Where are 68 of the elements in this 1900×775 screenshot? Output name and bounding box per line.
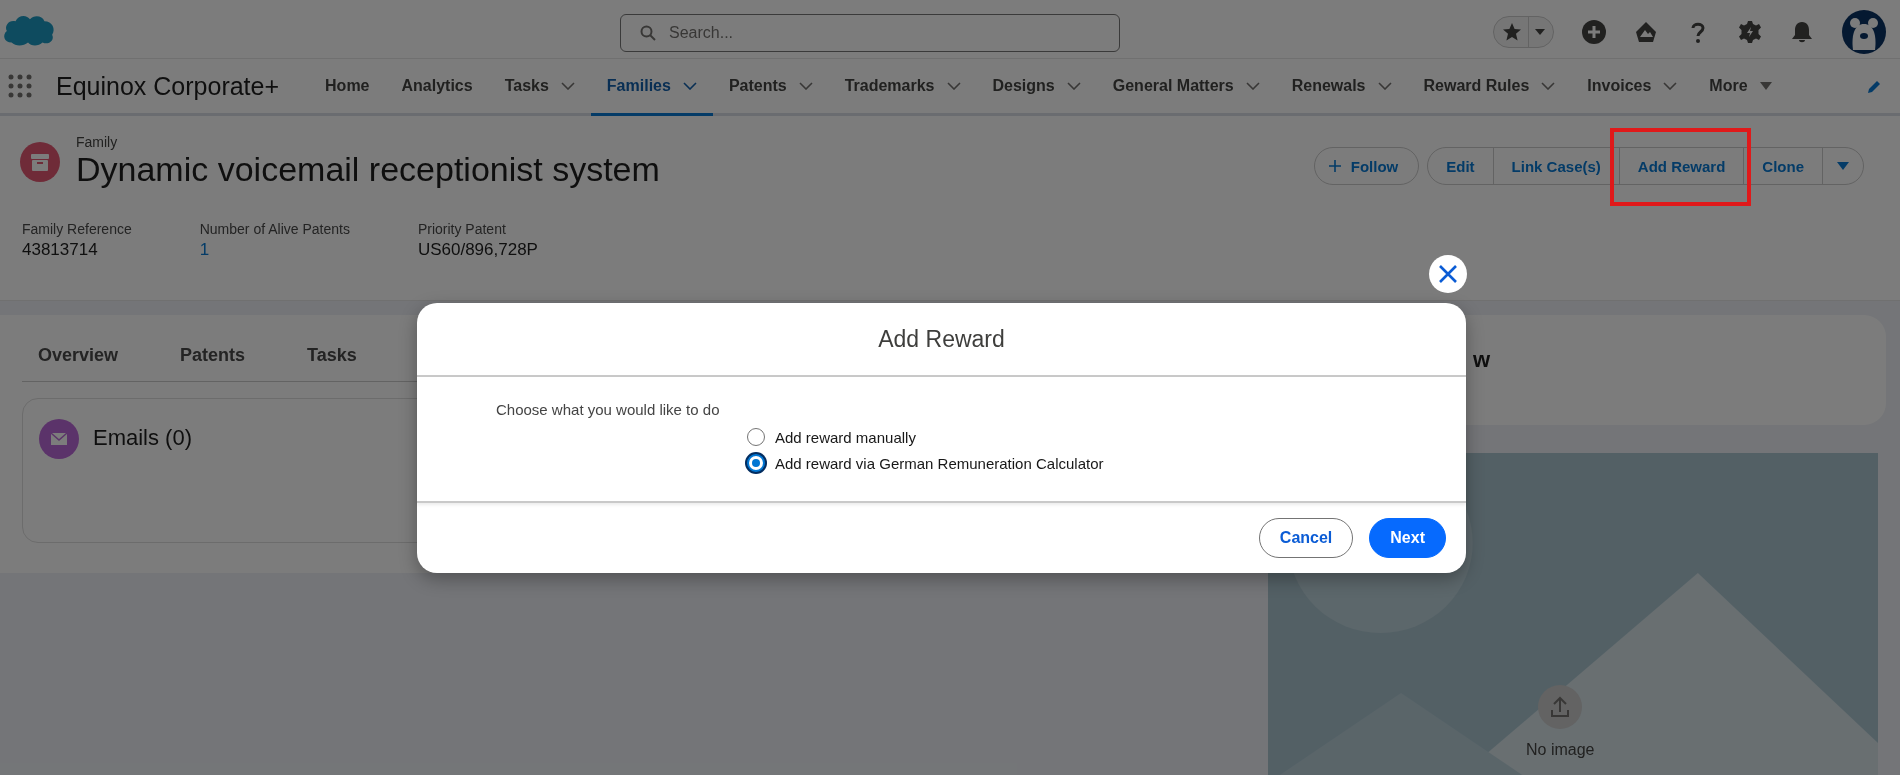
app-launcher-icon[interactable] (8, 74, 32, 98)
field-label: Family Reference (22, 221, 132, 237)
follow-button[interactable]: Follow (1313, 147, 1420, 185)
card-title: w (1473, 347, 1491, 372)
action-button[interactable]: Link Case(s) (1492, 147, 1620, 185)
prompt-text: Choose what you would like to do (496, 401, 721, 418)
upload-icon[interactable] (1538, 685, 1583, 729)
chevron-down-icon[interactable] (1541, 82, 1556, 90)
caret-icon (1837, 162, 1849, 170)
settings-icon[interactable] (1738, 20, 1762, 44)
envelope-icon (39, 419, 79, 459)
field-value: 43813714 (22, 240, 99, 260)
close-icon (1438, 264, 1458, 284)
app-name: Equinox Corporate+ (56, 71, 280, 101)
radio-button[interactable] (747, 454, 765, 472)
more-menu[interactable]: More (1693, 59, 1788, 116)
cancel-button[interactable]: Cancel (1258, 518, 1354, 558)
nav-tab[interactable]: Tasks (488, 59, 591, 116)
field-label: Number of Alive Patents (199, 221, 350, 237)
field-label: Priority Patent (417, 221, 507, 237)
avatar-icon[interactable] (1842, 10, 1886, 54)
bell-icon[interactable] (1790, 20, 1814, 44)
chevron-down-icon[interactable] (1245, 82, 1260, 90)
chevron-down-icon[interactable] (1663, 82, 1678, 90)
record-tab[interactable]: Tasks (291, 337, 373, 381)
chevron-down-icon[interactable] (798, 82, 813, 90)
modal-title: Add Reward (878, 325, 1005, 353)
archive-icon (20, 141, 60, 182)
action-button[interactable]: Add Reward (1618, 147, 1745, 185)
favorites-button[interactable] (1493, 16, 1554, 48)
chevron-down-icon[interactable] (1066, 82, 1081, 90)
field-value: US60/896,728P (417, 240, 538, 260)
nav-tab[interactable]: Patents (712, 59, 829, 116)
nav-tab[interactable]: Reward Rules (1407, 59, 1572, 116)
object-label: Family (76, 134, 119, 150)
caret-icon (1759, 82, 1772, 90)
radio-option[interactable]: Add reward manually (747, 428, 1466, 446)
nav-tab[interactable]: Renewals (1275, 59, 1408, 116)
field-link[interactable]: 1 (199, 240, 350, 260)
search-icon (640, 25, 656, 41)
nav-tab[interactable]: Trademarks (828, 59, 977, 116)
chevron-down-icon[interactable] (560, 82, 575, 90)
caret-icon (1535, 29, 1545, 35)
mountain-icon[interactable] (1634, 20, 1658, 44)
nav-tab[interactable]: Designs (976, 59, 1097, 116)
chevron-down-icon[interactable] (682, 82, 697, 90)
record-tab[interactable]: Overview (22, 337, 135, 381)
action-button[interactable]: Clone (1743, 147, 1823, 185)
record-tab[interactable]: Patents (164, 337, 262, 381)
pencil-icon[interactable] (1866, 79, 1882, 95)
search-field[interactable]: Search... (620, 14, 1120, 52)
nav-tab[interactable]: Analytics (385, 59, 489, 116)
record-title: Dynamic voicemail receptionist system (76, 150, 660, 189)
card-title: Emails (0) (93, 425, 192, 451)
chevron-down-icon[interactable] (1377, 82, 1392, 90)
action-button[interactable]: Edit (1427, 147, 1494, 185)
no-image-caption: No image (1526, 741, 1595, 759)
nav-tab[interactable]: Home (309, 59, 386, 116)
nav-tab[interactable]: Invoices (1571, 59, 1694, 116)
radio-option[interactable]: Add reward via German Remuneration Calculator (747, 454, 1466, 472)
plus-icon (1328, 160, 1341, 172)
star-icon (1502, 22, 1522, 42)
radio-button[interactable] (747, 428, 765, 446)
chevron-down-icon[interactable] (946, 82, 961, 90)
next-button[interactable]: Next (1369, 518, 1446, 558)
nav-tab[interactable]: General Matters (1096, 59, 1276, 116)
plus-icon[interactable] (1582, 20, 1606, 44)
more-actions-button[interactable] (1822, 147, 1864, 185)
